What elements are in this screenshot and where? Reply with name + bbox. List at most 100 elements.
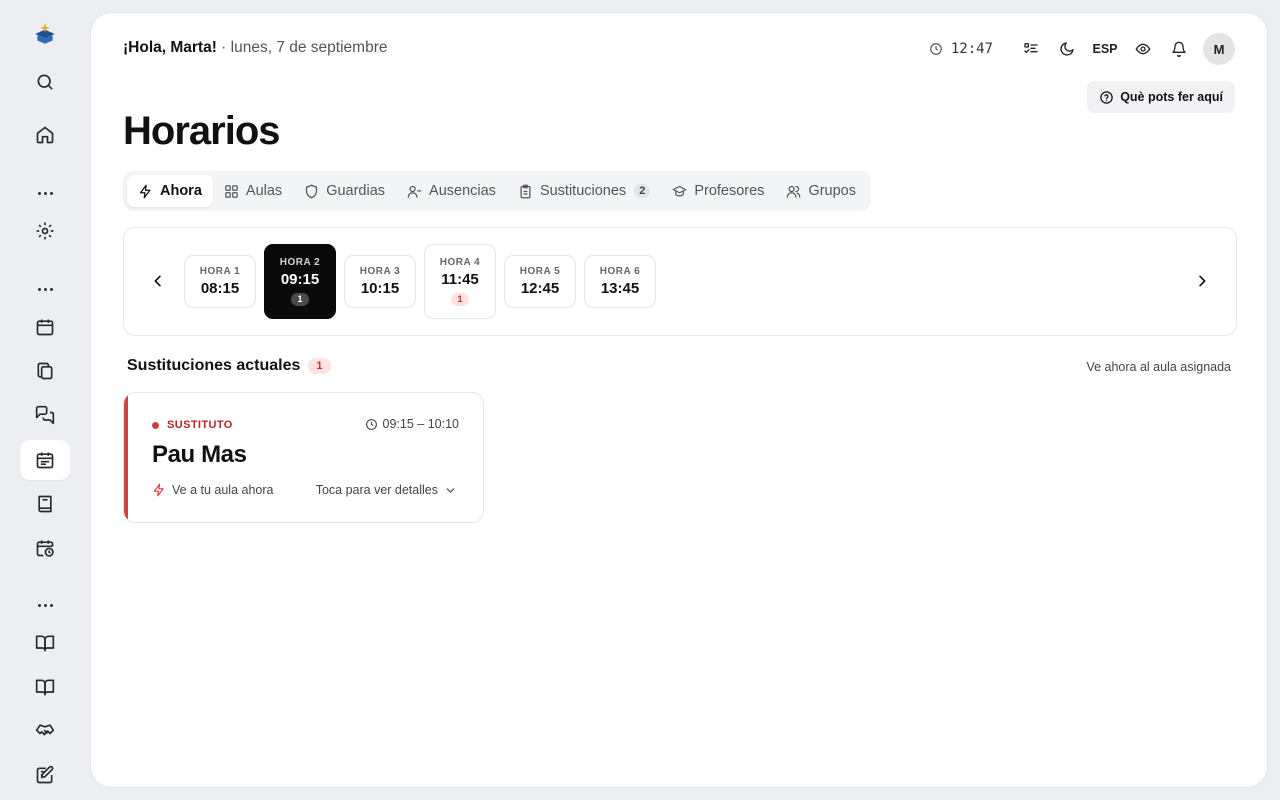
clock: 12:47 [929, 33, 993, 65]
hour-time: 12:45 [520, 280, 560, 297]
details-label: Toca para ver detalles [315, 483, 438, 497]
more-icon[interactable] [20, 283, 70, 295]
current-date: lunes, 7 de septiembre [230, 39, 388, 56]
tab-aulas[interactable]: Aulas [213, 175, 293, 207]
tab-label: Ausencias [429, 183, 496, 199]
bolt-icon [153, 483, 164, 497]
avatar[interactable]: M [1203, 33, 1235, 65]
tab-profesores[interactable]: Profesores [661, 175, 775, 207]
documents-icon[interactable] [20, 351, 70, 391]
open-book-icon[interactable] [20, 667, 70, 707]
time-range-text: 09:15 – 10:10 [382, 417, 459, 431]
hour-label: HORA 4 [439, 257, 481, 268]
hour-label: HORA 3 [359, 266, 401, 277]
go-now-text: Ve a tu aula ahora [172, 483, 274, 497]
hour-slot-1[interactable]: HORA 1 08:15 [184, 255, 256, 308]
greeting: ¡Hola, Marta! · lunes, 7 de septiembre [123, 39, 387, 57]
chevron-down-icon [446, 487, 455, 493]
search-icon[interactable] [20, 62, 70, 102]
main-panel: ¡Hola, Marta! · lunes, 7 de septiembre 1… [90, 12, 1268, 788]
tab-label: Ahora [160, 183, 202, 199]
eye-icon[interactable] [1125, 33, 1161, 65]
details-toggle[interactable]: Toca para ver detalles [316, 483, 457, 497]
calendar-clock-icon[interactable] [20, 528, 70, 568]
hour-label: HORA 5 [519, 266, 561, 277]
schedule-icon[interactable] [20, 440, 70, 480]
bolt-icon [139, 184, 151, 198]
messages-icon[interactable] [20, 395, 70, 435]
clipboard-icon [520, 184, 531, 198]
tab-label: Profesores [694, 183, 765, 199]
section-title: Sustituciones actuales [127, 357, 301, 374]
more-icon[interactable] [20, 187, 70, 199]
dark-mode-icon[interactable] [1049, 33, 1085, 65]
status-dot [152, 421, 159, 429]
substitutions-header: Sustituciones actuales 1 [127, 357, 331, 375]
tab-bar: Ahora Aulas Guardias Ausencias Sustituci… [123, 171, 871, 211]
tab-grupos[interactable]: Grupos [775, 175, 867, 207]
more-icon[interactable] [20, 599, 70, 611]
tab-sustituciones[interactable]: Sustituciones 2 [507, 175, 661, 207]
tab-guardias[interactable]: Guardias [293, 175, 396, 207]
hour-selector: HORA 1 08:15 HORA 2 09:15 1 HORA 3 10:15… [123, 227, 1237, 336]
hour-badge: 1 [291, 293, 309, 306]
tab-label: Guardias [326, 183, 386, 199]
shield-icon [306, 184, 318, 198]
hour-time: 10:15 [360, 280, 400, 297]
edit-icon[interactable] [20, 755, 70, 795]
substitution-card[interactable]: SUSTITUTO 09:15 – 10:10 Pau Mas Ve a tu … [123, 392, 484, 523]
card-accent-stripe [124, 393, 128, 522]
help-button-label: Què pots fer aquí [1120, 90, 1223, 104]
chevron-left-icon[interactable] [143, 266, 173, 296]
tab-ahora[interactable]: Ahora [127, 175, 213, 207]
handshake-icon[interactable] [20, 711, 70, 751]
teacher-name: Pau Mas [152, 441, 247, 468]
tab-count-badge: 2 [634, 184, 651, 198]
role-text: SUSTITUTO [167, 419, 233, 431]
hour-slot-5[interactable]: HORA 5 12:45 [504, 255, 576, 308]
hour-time: 08:15 [200, 280, 240, 297]
users-icon [787, 185, 801, 198]
hour-time: 13:45 [600, 280, 640, 297]
grid-icon [225, 184, 238, 198]
tab-label: Sustituciones [539, 183, 627, 199]
topbar: 12:47 ESP M [929, 33, 1235, 65]
hour-slot-3[interactable]: HORA 3 10:15 [344, 255, 416, 308]
graduation-cap-icon [672, 185, 687, 196]
hour-label: HORA 2 [279, 257, 321, 268]
hour-slot-6[interactable]: HORA 6 13:45 [584, 255, 656, 308]
settings-icon[interactable] [20, 211, 70, 251]
section-hint: Ve ahora al aula asignada [1086, 360, 1231, 374]
help-circle-icon [1100, 90, 1113, 104]
clock-time: 12:47 [950, 41, 993, 57]
bell-icon[interactable] [1161, 33, 1197, 65]
clock-icon [365, 418, 377, 430]
book-icon[interactable] [20, 484, 70, 524]
clock-icon [930, 43, 942, 55]
go-to-classroom: Ve a tu aula ahora [152, 483, 273, 497]
help-button[interactable]: Què pots fer aquí [1087, 81, 1235, 113]
page-title: Horarios [123, 109, 280, 153]
chevron-right-icon[interactable] [1187, 266, 1217, 296]
open-book-icon[interactable] [20, 623, 70, 663]
calendar-icon[interactable] [20, 307, 70, 347]
role-label: SUSTITUTO [152, 419, 233, 431]
hour-slot-4[interactable]: HORA 4 11:45 1 [424, 244, 496, 319]
hour-time: 09:15 [280, 271, 320, 288]
tab-label: Aulas [245, 183, 283, 199]
greeting-name: ¡Hola, Marta! [123, 39, 217, 56]
greeting-separator: · [216, 39, 231, 56]
home-icon[interactable] [20, 115, 70, 155]
hour-badge: 1 [451, 293, 469, 306]
hour-label: HORA 6 [599, 266, 641, 277]
tab-label: Grupos [808, 183, 856, 199]
hour-slot-2[interactable]: HORA 2 09:15 1 [264, 244, 336, 319]
checklist-icon[interactable] [1013, 33, 1049, 65]
user-minus-icon [407, 185, 422, 198]
logo-icon[interactable] [20, 14, 70, 54]
tab-ausencias[interactable]: Ausencias [396, 175, 507, 207]
language-selector[interactable]: ESP [1085, 33, 1125, 65]
sidebar [0, 0, 90, 800]
hour-time: 11:45 [441, 271, 479, 288]
substitutions-count-badge: 1 [308, 358, 331, 374]
